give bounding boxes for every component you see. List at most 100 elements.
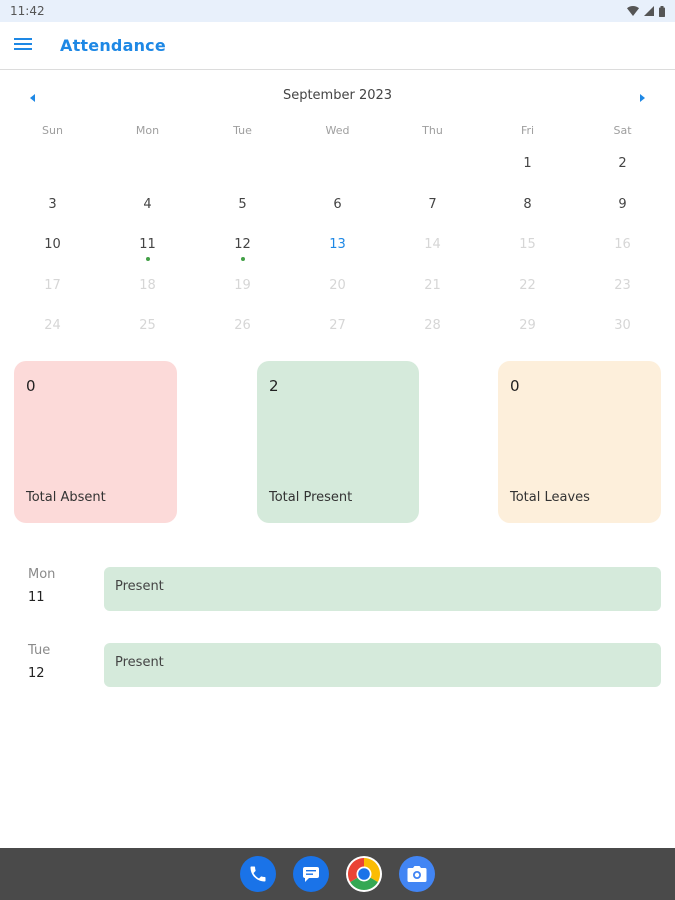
calendar-day[interactable]: 28: [385, 306, 480, 347]
calendar-day[interactable]: 29: [480, 306, 575, 347]
calendar-day[interactable]: 21: [385, 266, 480, 307]
calendar-day[interactable]: 24: [5, 306, 100, 347]
empty-day-cell: [100, 144, 195, 185]
total-present-value: 2: [269, 377, 279, 395]
status-time: 11:42: [10, 4, 45, 18]
weekday-header: Sun Mon Tue Wed Thu Fri Sat: [5, 124, 670, 137]
calendar-day[interactable]: 4: [100, 185, 195, 226]
next-month-button[interactable]: [633, 87, 651, 105]
calendar-day[interactable]: 9: [575, 185, 670, 226]
page-title: Attendance: [60, 36, 166, 55]
signal-icon: [644, 6, 654, 16]
calendar-day-number: 13: [329, 237, 346, 252]
calendar-day-number: 21: [424, 277, 441, 293]
attendance-marker-dot: [240, 256, 245, 261]
empty-day-cell: [385, 144, 480, 185]
calendar-day-number: 8: [523, 196, 532, 212]
attendance-day: Mon 11: [28, 567, 55, 605]
month-label: September 2023: [282, 88, 393, 103]
chrome-icon[interactable]: [346, 856, 382, 892]
phone-icon[interactable]: [240, 856, 276, 892]
calendar-day[interactable]: 10: [5, 225, 100, 266]
calendar-day-number: 14: [424, 237, 441, 252]
attendance-day: Tue 12: [28, 643, 50, 681]
messages-icon[interactable]: [293, 856, 329, 892]
attendance-status[interactable]: Present: [104, 643, 661, 687]
attendance-row: Tue 12 Present: [0, 643, 675, 689]
calendar-day[interactable]: 12: [195, 225, 290, 266]
calendar-day-number: 4: [143, 196, 152, 212]
calendar-day-number: 29: [519, 318, 536, 333]
chevron-right-icon: [639, 87, 645, 106]
calendar-day-number: 26: [234, 318, 251, 333]
calendar-day[interactable]: 7: [385, 185, 480, 226]
calendar-day-number: 17: [44, 277, 61, 293]
calendar-day-number: 12: [234, 237, 251, 252]
app-bar: Attendance: [0, 22, 675, 70]
status-bar: 11:42: [0, 0, 675, 22]
total-absent-card: 0 Total Absent: [14, 361, 177, 523]
calendar-day-number: 2: [618, 156, 627, 171]
weekday-label: Thu: [422, 124, 443, 137]
total-absent-label: Total Absent: [26, 490, 106, 505]
attendance-marker-dot: [145, 256, 150, 261]
calendar-day[interactable]: 20: [290, 266, 385, 307]
menu-button[interactable]: [0, 22, 46, 70]
calendar-day[interactable]: 19: [195, 266, 290, 307]
total-leaves-card: 0 Total Leaves: [498, 361, 661, 523]
calendar-day[interactable]: 11: [100, 225, 195, 266]
calendar-day-number: 25: [139, 318, 156, 333]
calendar-day[interactable]: 2: [575, 144, 670, 185]
empty-day-cell: [290, 144, 385, 185]
attendance-weekday: Tue: [28, 643, 51, 658]
calendar-day[interactable]: 23: [575, 266, 670, 307]
calendar-day-number: 3: [48, 196, 57, 212]
calendar-day[interactable]: 16: [575, 225, 670, 266]
calendar-day[interactable]: 15: [480, 225, 575, 266]
menu-icon: [14, 36, 32, 55]
calendar-day-number: 30: [614, 318, 631, 333]
total-absent-value: 0: [26, 377, 36, 395]
calendar-day-number: 18: [139, 277, 156, 293]
weekday-label: Mon: [135, 124, 160, 137]
attendance-status[interactable]: Present: [104, 567, 661, 611]
weekday-label: Sun: [42, 124, 63, 137]
calendar-day[interactable]: 6: [290, 185, 385, 226]
calendar-day[interactable]: 27: [290, 306, 385, 347]
total-present-label: Total Present: [269, 490, 353, 505]
weekday-label: Fri: [520, 124, 535, 137]
calendar-day[interactable]: 3: [5, 185, 100, 226]
calendar-day[interactable]: 25: [100, 306, 195, 347]
calendar-day[interactable]: 1: [480, 144, 575, 185]
weekday-label: Sat: [613, 124, 632, 137]
calendar-day-number: 11: [139, 237, 156, 252]
attendance-date: 12: [28, 666, 45, 681]
calendar-day-number: 24: [44, 318, 61, 333]
calendar-day[interactable]: 26: [195, 306, 290, 347]
calendar-day-number: 19: [234, 277, 251, 293]
calendar-day[interactable]: 30: [575, 306, 670, 347]
calendar-day-number: 15: [519, 237, 536, 252]
calendar-day-number: 9: [618, 196, 627, 212]
calendar-day[interactable]: 18: [100, 266, 195, 307]
empty-day-cell: [5, 144, 100, 185]
calendar-day[interactable]: 14: [385, 225, 480, 266]
calendar-day[interactable]: 13: [290, 225, 385, 266]
attendance-row: Mon 11 Present: [0, 567, 675, 613]
calendar-day-number: 20: [329, 277, 346, 293]
calendar-grid: 1 2 3 4 5 6 7 8 9 10 11 12 13 14 15 16 17 18 19 20 21 22 23 24 2…: [5, 144, 670, 347]
calendar-day-number: 16: [614, 237, 631, 252]
calendar-day-number: 27: [329, 318, 346, 333]
calendar-day-number: 23: [614, 277, 631, 293]
camera-icon[interactable]: [399, 856, 435, 892]
calendar-day[interactable]: 17: [5, 266, 100, 307]
weekday-label: Wed: [325, 124, 350, 137]
navigation-dock: [0, 848, 675, 900]
battery-icon: [659, 5, 665, 17]
weekday-label: Tue: [233, 124, 252, 137]
calendar-day[interactable]: 8: [480, 185, 575, 226]
status-icons: [627, 5, 665, 17]
calendar-day-number: 1: [523, 156, 532, 171]
calendar-day[interactable]: 22: [480, 266, 575, 307]
calendar-day[interactable]: 5: [195, 185, 290, 226]
